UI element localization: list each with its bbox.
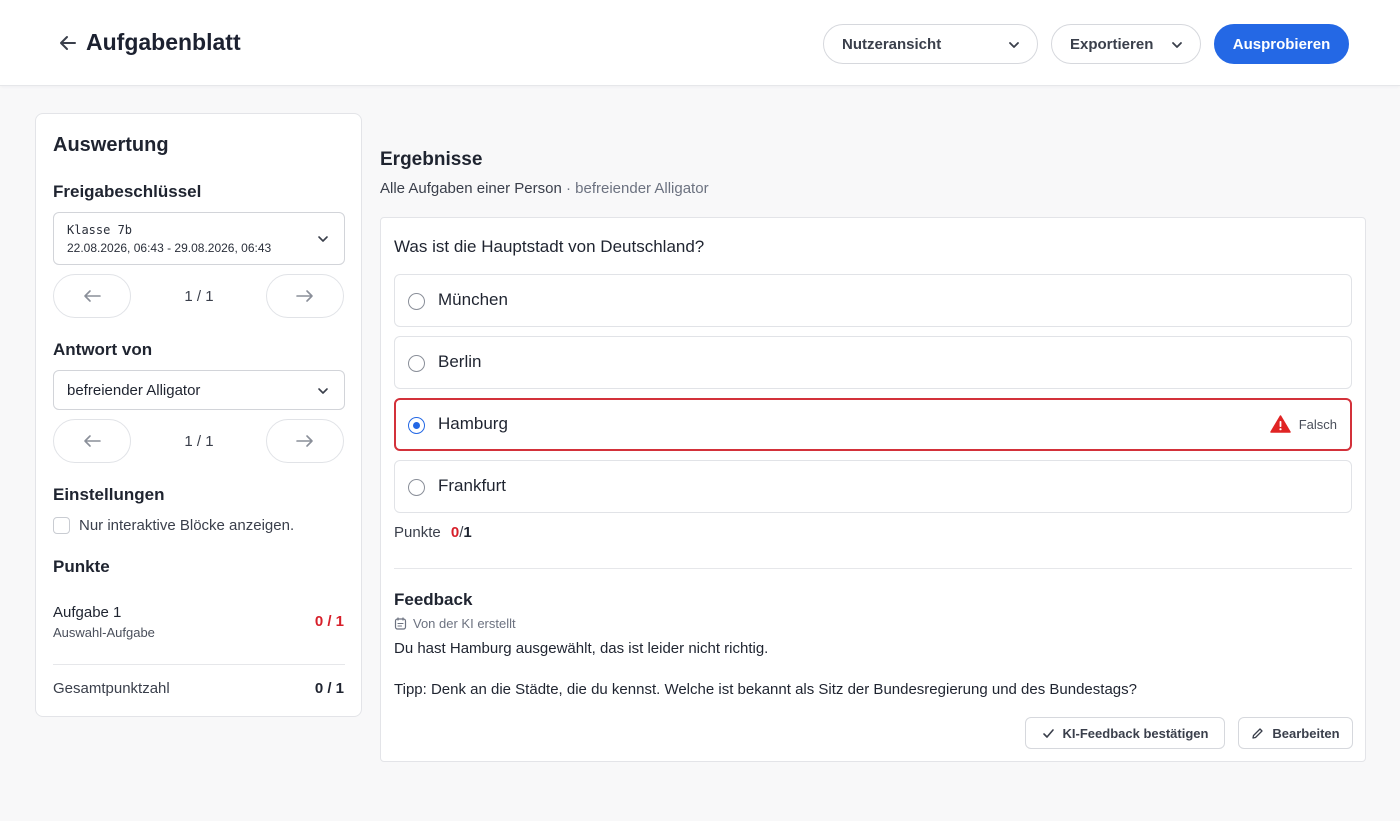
question-text: Was ist die Hauptstadt von Deutschland?	[394, 237, 705, 256]
results-title: Ergebnisse	[380, 149, 483, 170]
points-line: Punkte 0/1	[394, 524, 472, 541]
question-card: Was ist die Hauptstadt von Deutschland? …	[380, 217, 1366, 762]
task-score: 0 / 1	[314, 613, 344, 630]
answer-next-button[interactable]	[266, 419, 344, 463]
settings-section-title: Einstellungen	[53, 485, 165, 504]
answer-section-title: Antwort von	[53, 340, 153, 359]
feedback-title: Feedback	[394, 590, 473, 609]
panel-title: Auswertung	[53, 134, 169, 156]
confirm-label: KI-Feedback bestätigen	[1062, 725, 1209, 741]
feedback-source-label: Von der KI erstellt	[413, 616, 516, 631]
export-button[interactable]: Exportieren	[1051, 24, 1201, 64]
chevron-down-icon	[318, 388, 328, 394]
option-muenchen[interactable]: München	[394, 274, 1352, 327]
option-hamburg[interactable]: Hamburg Falsch	[394, 398, 1352, 451]
chevron-down-icon	[1172, 42, 1182, 48]
feedback-text: Du hast Hamburg ausgewählt, das ist leid…	[394, 640, 769, 657]
divider	[53, 664, 345, 665]
chevron-down-icon	[1009, 42, 1019, 48]
check-icon	[1042, 728, 1054, 738]
option-berlin[interactable]: Berlin	[394, 336, 1352, 389]
view-select-label: Nutzeransicht	[842, 35, 942, 53]
confirm-ai-feedback-button[interactable]: KI-Feedback bestätigen	[1025, 717, 1225, 749]
answer-from-select[interactable]: befreiender Alligator	[53, 370, 345, 410]
wrong-indicator: Falsch	[1269, 415, 1337, 433]
radio-dot	[412, 421, 420, 429]
interactive-only-label[interactable]: Nur interaktive Blöcke anzeigen.	[79, 517, 294, 534]
task-name: Aufgabe 1	[53, 604, 122, 621]
back-button[interactable]	[56, 31, 80, 55]
key-range: 22.08.2026, 06:43 - 29.08.2026, 06:43	[67, 241, 272, 255]
points-label: Punkte	[394, 524, 441, 541]
sparkle-note-icon	[394, 617, 407, 630]
option-label: Berlin	[438, 352, 482, 371]
subtitle-main: Alle Aufgaben einer Person	[380, 180, 562, 197]
interactive-only-checkbox[interactable]	[53, 517, 70, 534]
points-got: 0	[450, 524, 460, 541]
try-button[interactable]: Ausprobieren	[1214, 24, 1349, 64]
option-label: München	[438, 290, 508, 309]
page-title: Aufgabenblatt	[86, 29, 241, 55]
radio-button[interactable]	[408, 293, 425, 310]
option-label: Hamburg	[438, 414, 508, 433]
release-key-select[interactable]: Klasse 7b 22.08.2026, 06:43 - 29.08.2026…	[53, 212, 345, 265]
key-prev-button[interactable]	[53, 274, 131, 318]
task-type: Auswahl-Aufgabe	[53, 625, 155, 640]
feedback-tip: Tipp: Denk an die Städte, die du kennst.…	[394, 681, 1137, 698]
radio-button-selected[interactable]	[408, 417, 425, 434]
edit-label: Bearbeiten	[1272, 725, 1340, 741]
answer-from-value: befreiender Alligator	[67, 382, 201, 399]
evaluation-panel: Auswertung Freigabeschlüssel Klasse 7b 2…	[35, 113, 362, 717]
answer-prev-button[interactable]	[53, 419, 131, 463]
subtitle-person: befreiender Alligator	[575, 180, 709, 197]
divider	[394, 568, 1352, 569]
results-subtitle: Alle Aufgaben einer Person · befreiender…	[380, 180, 709, 197]
view-select[interactable]: Nutzeransicht	[823, 24, 1038, 64]
total-score: 0 / 1	[314, 680, 344, 697]
wrong-status: Falsch	[1298, 416, 1337, 432]
top-bar: Aufgabenblatt Nutzeransicht Exportieren …	[0, 0, 1400, 86]
key-name: Klasse 7b	[67, 223, 133, 237]
arrow-right-icon	[296, 435, 313, 447]
arrow-left-icon	[60, 36, 76, 50]
pencil-icon	[1252, 727, 1264, 739]
total-label: Gesamtpunktzahl	[53, 680, 170, 697]
answer-pager-text: 1 / 1	[184, 433, 214, 450]
subtitle-separator: ·	[561, 180, 576, 197]
points-max: 1	[463, 524, 472, 541]
chevron-down-icon	[318, 236, 328, 242]
arrow-left-icon	[84, 435, 101, 447]
export-label: Exportieren	[1070, 35, 1154, 53]
option-label: Frankfurt	[438, 476, 507, 495]
key-next-button[interactable]	[266, 274, 344, 318]
points-section-title: Punkte	[53, 557, 110, 576]
radio-button[interactable]	[408, 479, 425, 496]
edit-feedback-button[interactable]: Bearbeiten	[1238, 717, 1353, 749]
feedback-source: Von der KI erstellt	[394, 616, 516, 631]
arrow-left-icon	[84, 290, 101, 302]
option-frankfurt[interactable]: Frankfurt	[394, 460, 1352, 513]
try-label: Ausprobieren	[1232, 35, 1331, 53]
arrow-right-icon	[296, 290, 313, 302]
warning-icon	[1269, 415, 1291, 433]
key-section-title: Freigabeschlüssel	[53, 182, 202, 201]
radio-button[interactable]	[408, 355, 425, 372]
key-pager-text: 1 / 1	[184, 288, 214, 305]
